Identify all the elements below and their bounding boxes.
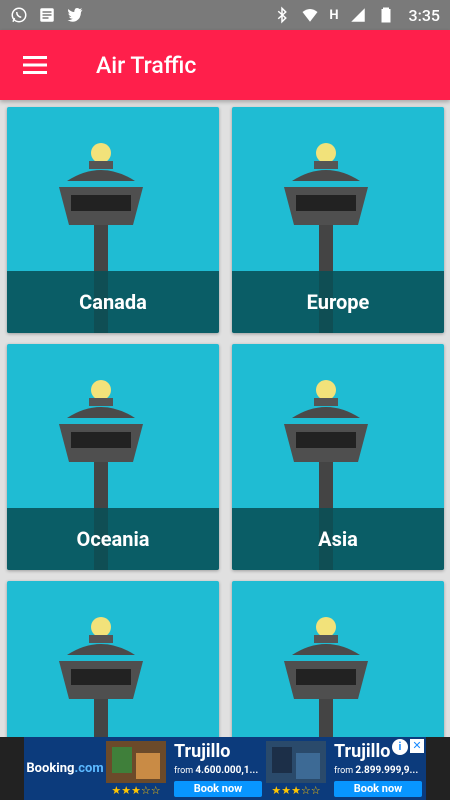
clock-time: 3:35 xyxy=(408,5,441,25)
ad-from-label: from xyxy=(334,766,354,776)
ad-content[interactable]: Booking .com ★★★☆☆ Trujillo from 4.600.00… xyxy=(24,737,426,800)
whatsapp-icon xyxy=(11,7,27,23)
hamburger-menu-icon xyxy=(23,56,47,74)
region-tile-oceania[interactable]: Oceania xyxy=(7,344,219,570)
ad-city: Trujillo xyxy=(174,741,231,762)
region-grid: Canada Europe Oceania Asia xyxy=(0,100,450,737)
region-tile-europe[interactable]: Europe xyxy=(232,107,444,333)
region-tile-6[interactable] xyxy=(232,581,444,737)
message-icon xyxy=(40,8,54,22)
status-left-icons xyxy=(10,6,84,24)
ad-city: Trujillo xyxy=(334,741,391,762)
status-bar: H 3:35 xyxy=(0,0,450,30)
book-now-button[interactable]: Book now xyxy=(334,781,422,797)
ad-price: from 4.600.000,1... xyxy=(174,765,258,776)
network-type-label: H xyxy=(329,7,339,23)
book-now-button[interactable]: Book now xyxy=(174,781,262,797)
ad-price: from 2.899.999,9... xyxy=(334,765,418,776)
twitter-icon xyxy=(67,8,83,22)
hotel-photo xyxy=(106,741,166,785)
ad-banner: Booking .com ★★★☆☆ Trujillo from 4.600.00… xyxy=(0,737,450,800)
ad-price-value: 4.600.000,1... xyxy=(195,765,259,776)
app-title: Air Traffic xyxy=(96,51,197,79)
tile-label: Asia xyxy=(232,508,444,570)
region-tile-5[interactable] xyxy=(7,581,219,737)
hotel-photo xyxy=(266,741,326,785)
status-right-icons: H 3:35 xyxy=(273,6,440,25)
region-tile-asia[interactable]: Asia xyxy=(232,344,444,570)
signal-icon xyxy=(350,8,365,22)
rating-stars: ★★★☆☆ xyxy=(266,783,326,798)
ad-brand-name: Booking xyxy=(26,761,75,776)
menu-button[interactable] xyxy=(0,30,70,100)
region-tile-canada[interactable]: Canada xyxy=(7,107,219,333)
ad-info-icon[interactable]: i xyxy=(392,739,408,755)
ad-price-value: 2.899.999,9... xyxy=(355,765,419,776)
bluetooth-icon xyxy=(278,6,288,24)
ad-close-icon[interactable]: ✕ xyxy=(410,739,424,753)
tile-label: Canada xyxy=(7,271,219,333)
wifi-icon xyxy=(302,9,318,22)
control-tower-icon xyxy=(59,617,143,737)
battery-icon xyxy=(381,7,390,23)
rating-stars: ★★★☆☆ xyxy=(106,783,166,798)
tile-label: Europe xyxy=(232,271,444,333)
ad-brand-logo: Booking .com xyxy=(24,737,106,800)
ad-from-label: from xyxy=(174,766,194,776)
tile-label: Oceania xyxy=(7,508,219,570)
ad-card[interactable]: ★★★☆☆ Trujillo from 4.600.000,1... Book … xyxy=(106,737,266,800)
app-bar: Air Traffic xyxy=(0,30,450,100)
control-tower-icon xyxy=(284,617,368,737)
ad-brand-suffix: .com xyxy=(74,761,104,776)
